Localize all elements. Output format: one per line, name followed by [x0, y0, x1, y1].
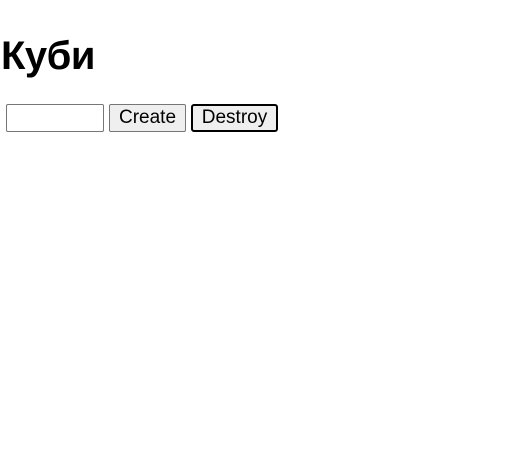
- count-input[interactable]: [6, 104, 104, 132]
- controls-row: Create Destroy: [6, 104, 278, 132]
- destroy-button[interactable]: Destroy: [191, 104, 278, 132]
- create-button[interactable]: Create: [109, 104, 186, 132]
- page-title: Куби: [1, 34, 95, 78]
- page: Куби Create Destroy: [0, 0, 532, 472]
